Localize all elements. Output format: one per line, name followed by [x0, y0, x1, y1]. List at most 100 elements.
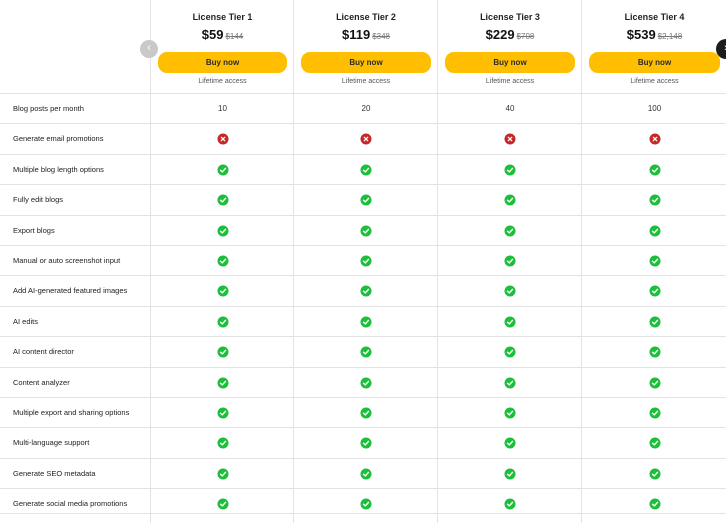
check-icon: [504, 164, 516, 176]
check-icon: [217, 407, 228, 419]
feature-cell: [437, 276, 582, 307]
prev-button[interactable]: ‹: [140, 40, 158, 58]
feature-cell: 10: [150, 94, 294, 124]
feature-label: Blog posts per month: [13, 104, 84, 113]
feature-row: Blog posts per month 10 20 40 100: [0, 93, 726, 124]
feature-cell: 100: [581, 94, 726, 124]
feature-row: Export blogs: [0, 214, 726, 246]
feature-label: Fully edit blogs: [13, 195, 64, 205]
original-price: $708: [516, 32, 535, 41]
feature-row: Fully edit blogs: [0, 184, 726, 216]
feature-cell: [293, 337, 438, 368]
current-price: $119: [342, 27, 371, 42]
feature-cell: [150, 124, 294, 155]
check-icon: [504, 346, 516, 358]
feature-cell: [581, 246, 726, 276]
feature-row: Multiple export and sharing options: [0, 397, 726, 428]
feature-cell: [581, 185, 726, 216]
feature-label: AI content director: [13, 347, 74, 357]
check-icon: [649, 468, 660, 480]
feature-label: Multi-language support: [13, 438, 90, 448]
table-continuation: [0, 514, 726, 523]
check-icon: [360, 255, 372, 267]
feature-label: Export blogs: [13, 225, 55, 235]
feature-cell: [150, 428, 294, 459]
check-icon: [504, 437, 516, 449]
check-icon: [217, 316, 228, 328]
check-icon: [649, 316, 660, 328]
buy-now-button[interactable]: Buy now: [158, 52, 287, 73]
tier-price: $539 $2,148: [582, 27, 726, 42]
access-note: Lifetime access: [341, 78, 391, 85]
original-price: $144: [225, 32, 244, 41]
check-icon: [649, 285, 660, 297]
check-icon: [504, 316, 516, 328]
buy-now-button[interactable]: Buy now: [589, 52, 720, 73]
check-icon: [649, 437, 660, 449]
check-icon: [504, 468, 516, 480]
feature-row: Multiple blog length options: [0, 153, 726, 185]
feature-label: Multiple blog length options: [13, 164, 104, 174]
check-icon: [649, 346, 660, 358]
feature-row: AI content director: [0, 336, 726, 368]
check-icon: [360, 285, 372, 297]
access-note: Lifetime access: [485, 78, 535, 85]
check-icon: [217, 377, 228, 389]
feature-cell: [293, 185, 438, 216]
feature-cell: [293, 428, 438, 459]
feature-label: Multiple export and sharing options: [13, 408, 130, 417]
buy-now-button[interactable]: Buy now: [445, 52, 575, 73]
tier-price: $59 $144: [151, 27, 294, 42]
pricing-comparison-table: License Tier 1 $59 $144 Buy now Lifetime acc…: [0, 0, 726, 523]
feature-cell: [581, 306, 726, 337]
check-icon: [360, 346, 372, 358]
feature-label: Manual or auto screenshot input: [13, 256, 121, 265]
feature-cell: [437, 458, 582, 489]
feature-cell: [437, 215, 582, 246]
tier-name: License Tier 4: [624, 12, 685, 22]
feature-cell: [581, 276, 726, 307]
tier-price: $119 $348: [294, 27, 438, 42]
check-icon: [217, 225, 228, 237]
feature-row: Manual or auto screenshot input: [0, 245, 726, 276]
feature-cell: [293, 398, 438, 428]
check-icon: [360, 194, 372, 206]
feature-cell: [150, 337, 294, 368]
feature-cell: [150, 398, 294, 428]
check-icon: [649, 498, 660, 510]
chevron-left-icon: ‹: [147, 42, 151, 54]
feature-row: Generate email promotions: [0, 123, 726, 155]
tier-price: $229 $708: [438, 27, 582, 42]
check-icon: [504, 498, 516, 510]
check-icon: [649, 225, 660, 237]
feature-label: Generate email promotions: [13, 134, 104, 144]
feature-label: Content analyzer: [13, 377, 70, 387]
check-icon: [217, 164, 228, 176]
check-icon: [217, 255, 228, 267]
check-icon: [504, 377, 516, 389]
feature-value: 20: [361, 104, 371, 113]
feature-cell: [150, 306, 294, 337]
tier-header-row: License Tier 1 $59 $144 Buy now Lifetime acc…: [0, 0, 726, 93]
buy-now-button[interactable]: Buy now: [301, 52, 431, 73]
tier-name: License Tier 3: [480, 12, 540, 22]
check-icon: [217, 194, 228, 206]
feature-cell: [437, 154, 582, 185]
feature-cell: [581, 428, 726, 459]
check-icon: [504, 407, 516, 419]
feature-cell: [150, 367, 294, 398]
feature-value: 10: [218, 104, 227, 113]
check-icon: [649, 164, 660, 176]
feature-cell: [581, 124, 726, 155]
feature-row: Content analyzer: [0, 366, 726, 398]
cross-icon: [649, 133, 660, 145]
check-icon: [649, 255, 660, 267]
feature-cell: [437, 185, 582, 216]
feature-value: 100: [647, 104, 662, 113]
feature-row: Multi-language support: [0, 427, 726, 459]
feature-cell: [437, 246, 582, 276]
feature-cell: [293, 367, 438, 398]
feature-cell: [437, 124, 582, 155]
feature-cell: [437, 367, 582, 398]
access-note: Lifetime access: [630, 78, 679, 85]
